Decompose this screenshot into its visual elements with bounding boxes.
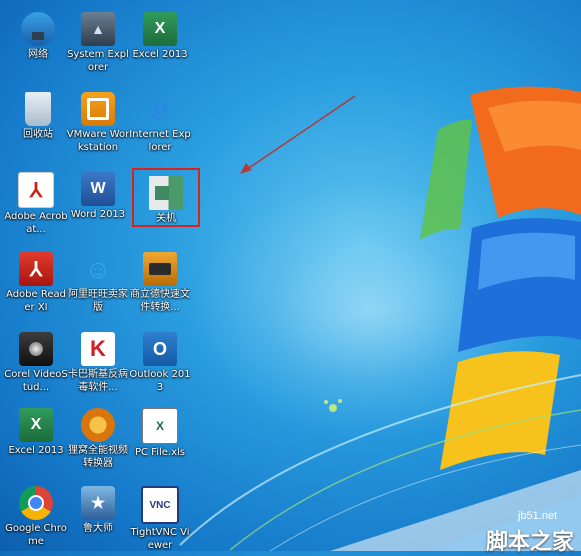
icon-label: Excel 2013	[132, 49, 188, 60]
watermark-name: 脚本之家	[486, 530, 575, 555]
desktop-icon-word-2013[interactable]: W Word 2013	[66, 166, 130, 240]
desktop-icon-chrome[interactable]: Google Chrome	[4, 480, 68, 554]
adobe-reader-icon: ⅄	[19, 252, 53, 286]
annotation-arrow-line	[242, 95, 356, 173]
system-explorer-icon	[81, 12, 115, 46]
excel-icon: X	[143, 12, 177, 46]
desktop-icon-recycle-bin[interactable]: 回收站	[6, 86, 70, 160]
annotation-arrow-head	[240, 163, 252, 174]
desktop-icon-corel[interactable]: Corel VideoStud...	[4, 326, 68, 400]
icon-label: 商立德快速文件转换...	[130, 289, 190, 313]
desktop-icon-file-converter[interactable]: 商立德快速文件转换...	[128, 246, 192, 320]
desktop-icon-vmware[interactable]: VMware Workstation	[66, 86, 130, 160]
adobe-acrobat-icon: ⅄	[18, 172, 54, 208]
aliwangwang-icon: ☺	[84, 253, 112, 284]
desktop-icon-aliwangwang[interactable]: ☺ 阿里旺旺卖家版	[66, 246, 130, 320]
internet-explorer-icon: e	[150, 91, 170, 127]
desktop-icon-kaspersky[interactable]: K 卡巴斯基反病毒软件...	[66, 326, 130, 400]
kaspersky-icon: K	[81, 332, 115, 366]
desktop-icon-internet-explorer[interactable]: e Internet Explorer	[128, 86, 192, 160]
desktop-icon-excel-2013-bottom[interactable]: X Excel 2013	[4, 402, 68, 476]
icon-label: 网络	[28, 49, 48, 60]
icon-label: Google Chrome	[5, 523, 67, 547]
desktop-icon-outlook-2013[interactable]: O Outlook 2013	[128, 326, 192, 400]
icon-label: Internet Explorer	[129, 129, 191, 153]
corel-videostudio-icon	[19, 332, 53, 366]
recycle-bin-icon	[25, 92, 51, 126]
outlook-icon: O	[143, 332, 177, 366]
icon-label: 狸窝全能视频转换器	[68, 445, 128, 469]
desktop[interactable]: 网络 回收站 ⅄ Adobe Acrobat... ⅄ Adobe Reader…	[0, 0, 581, 555]
excel-icon: X	[19, 408, 53, 442]
desktop-icon-video-converter[interactable]: 狸窝全能视频转换器	[66, 402, 130, 476]
desktop-icon-excel-2013-top[interactable]: X Excel 2013	[128, 6, 192, 80]
icon-label: Corel VideoStud...	[4, 369, 68, 393]
vmware-icon	[81, 92, 115, 126]
video-converter-icon	[81, 408, 115, 442]
chrome-icon	[19, 486, 53, 520]
icon-label: 卡巴斯基反病毒软件...	[68, 369, 128, 393]
desktop-icon-tightvnc[interactable]: VNC TightVNC Viewer	[128, 480, 192, 554]
watermark-site: jb51.net	[518, 510, 558, 522]
xls-file-icon: X	[142, 408, 178, 444]
icon-label: Adobe Reader XI	[6, 289, 66, 313]
icon-label: Word 2013	[70, 209, 126, 220]
icon-label: TightVNC Viewer	[130, 527, 190, 551]
desktop-icon-adobe-acrobat[interactable]: ⅄ Adobe Acrobat...	[4, 166, 68, 240]
icon-label: PC File.xls	[134, 447, 185, 458]
desktop-icon-system-explorer[interactable]: System Explorer	[66, 6, 130, 80]
icon-label: VMware Workstation	[66, 129, 130, 153]
shutdown-highlight-box	[132, 168, 200, 227]
truck-icon	[143, 252, 177, 286]
icon-label: 阿里旺旺卖家版	[68, 289, 128, 313]
desktop-icon-adobe-reader[interactable]: ⅄ Adobe Reader XI	[4, 246, 68, 320]
icon-label: Adobe Acrobat...	[4, 211, 68, 235]
desktop-icon-network[interactable]: 网络	[6, 6, 70, 80]
desktop-icon-pc-file[interactable]: X PC File.xls	[128, 402, 192, 476]
icon-label: Excel 2013	[8, 445, 64, 456]
icon-label: 回收站	[23, 129, 53, 140]
ludashi-icon	[81, 486, 115, 520]
network-icon	[21, 12, 55, 46]
vnc-icon: VNC	[141, 486, 179, 524]
icon-label: System Explorer	[67, 49, 129, 73]
icon-label: Outlook 2013	[129, 369, 191, 393]
desktop-icon-ludashi[interactable]: 鲁大师	[66, 480, 130, 554]
icon-label: 鲁大师	[83, 523, 113, 534]
word-icon: W	[81, 172, 115, 206]
